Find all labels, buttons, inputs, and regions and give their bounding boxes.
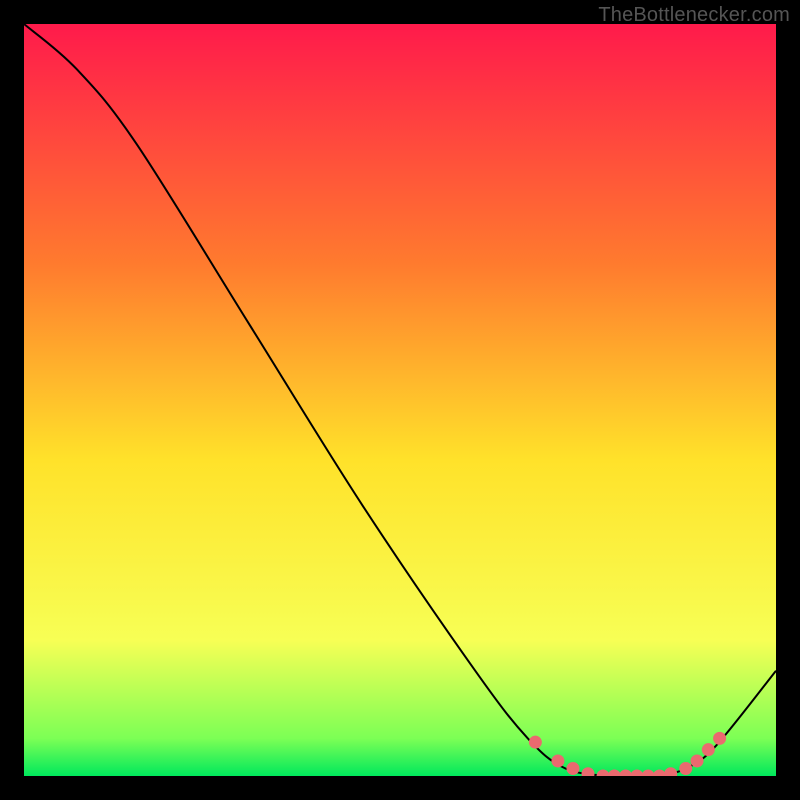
curve-marker bbox=[529, 736, 542, 749]
chart-background bbox=[24, 24, 776, 776]
watermark-text: TheBottlenecker.com bbox=[598, 4, 790, 27]
curve-marker bbox=[713, 732, 726, 745]
curve-marker bbox=[566, 762, 579, 775]
curve-marker bbox=[679, 762, 692, 775]
bottleneck-chart bbox=[24, 24, 776, 776]
curve-marker bbox=[551, 754, 564, 767]
curve-marker bbox=[691, 754, 704, 767]
chart-svg bbox=[24, 24, 776, 776]
curve-marker bbox=[702, 743, 715, 756]
